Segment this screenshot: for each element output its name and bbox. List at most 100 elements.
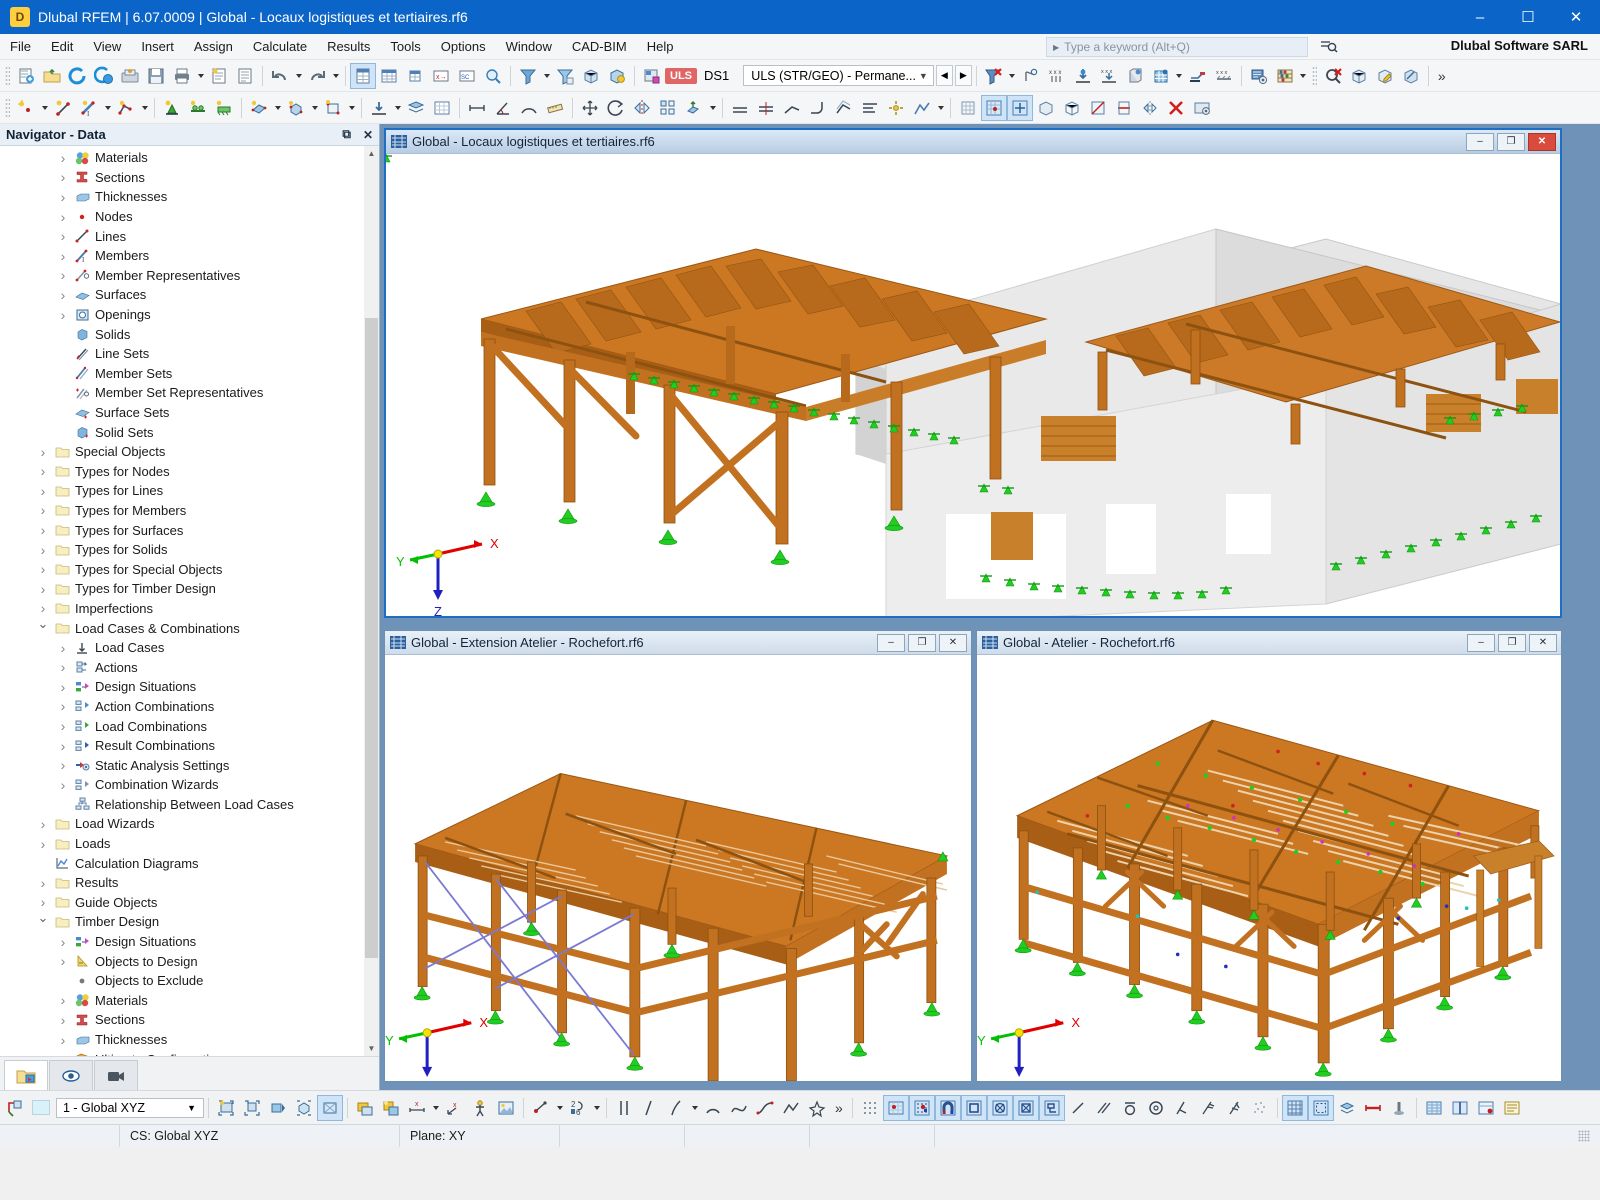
document-icon[interactable]: [232, 63, 258, 89]
menu-item-cadbim[interactable]: CAD-BIM: [562, 36, 637, 57]
mirror-y-icon[interactable]: [1137, 95, 1163, 121]
trim-icon[interactable]: [779, 95, 805, 121]
grid-lines-icon[interactable]: [1282, 1095, 1308, 1121]
abacus-icon[interactable]: [1272, 63, 1298, 89]
xxx-line-icon[interactable]: x x x: [1211, 63, 1237, 89]
dim-vertical-icon[interactable]: [611, 1095, 637, 1121]
number-format-icon[interactable]: 26: [565, 1095, 591, 1121]
tree-item-objects-to-exclude[interactable]: Objects to Exclude: [0, 971, 364, 991]
print-dropdown-caret[interactable]: [195, 63, 206, 89]
table-small-icon[interactable]: [402, 63, 428, 89]
ortho-icon[interactable]: [1007, 95, 1033, 121]
expand-arrow-icon[interactable]: [34, 836, 52, 852]
scrollbar-thumb[interactable]: [365, 318, 378, 958]
box-render-icon[interactable]: [1398, 63, 1424, 89]
extrude-dropdown-caret[interactable]: [707, 95, 718, 121]
clear-filter-dropdown-caret[interactable]: [1007, 63, 1018, 89]
expand-arrow-icon[interactable]: [54, 1012, 72, 1028]
dim-bow-dropdown-caret[interactable]: [689, 1095, 700, 1121]
restore-button-3[interactable]: ❐: [1498, 634, 1526, 652]
undo-icon[interactable]: [267, 63, 293, 89]
expand-arrow-icon[interactable]: [34, 483, 52, 499]
snap-object-icon[interactable]: [981, 95, 1007, 121]
redo-icon[interactable]: [304, 63, 330, 89]
tree-item-types-for-timber-design[interactable]: Types for Timber Design: [0, 579, 364, 599]
menu-item-results[interactable]: Results: [317, 36, 380, 57]
expand-arrow-icon[interactable]: [34, 444, 52, 460]
render-mode-icon[interactable]: [1033, 95, 1059, 121]
collapse-arrow-icon[interactable]: [34, 620, 52, 636]
expand-arrow-icon[interactable]: [54, 640, 72, 656]
printout-report-icon[interactable]: [206, 63, 232, 89]
expand-arrow-icon[interactable]: [34, 581, 52, 597]
member-dropdown-caret[interactable]: [102, 95, 113, 121]
layer-stack-icon[interactable]: [1334, 1095, 1360, 1121]
measure-icon[interactable]: [542, 95, 568, 121]
expand-arrow-icon[interactable]: [54, 757, 72, 773]
boundary-icon[interactable]: [1308, 1095, 1334, 1121]
collapse-arrow-icon[interactable]: [34, 914, 52, 930]
expand-arrow-icon[interactable]: [54, 738, 72, 754]
perp-snap-icon[interactable]: [1169, 1095, 1195, 1121]
tree-item-load-cases[interactable]: Load Cases: [0, 638, 364, 658]
render-icon[interactable]: [578, 63, 604, 89]
star-snap-icon[interactable]: [804, 1095, 830, 1121]
surface-dropdown-caret[interactable]: [272, 95, 283, 121]
expand-arrow-icon[interactable]: [54, 1051, 72, 1056]
tree-item-load-combinations[interactable]: Load Combinations: [0, 716, 364, 736]
line-new-icon[interactable]: [50, 95, 76, 121]
tree-item-result-combinations[interactable]: Result Combinations: [0, 736, 364, 756]
view-box-icon[interactable]: [291, 1095, 317, 1121]
model-window-titlebar-1[interactable]: Global - Locaux logistiques et tertiaire…: [386, 130, 1560, 154]
scale-icon[interactable]: [909, 95, 935, 121]
navigator-tab-views[interactable]: [94, 1060, 138, 1090]
array-icon[interactable]: [655, 95, 681, 121]
rect-snap-icon[interactable]: [961, 1095, 987, 1121]
expand-arrow-icon[interactable]: [54, 698, 72, 714]
model-window-titlebar-2[interactable]: Global - Extension Atelier - Rochefort.r…: [385, 631, 971, 655]
box-cross-snap-icon[interactable]: [1013, 1095, 1039, 1121]
tree-item-design-situations[interactable]: Design Situations: [0, 932, 364, 952]
member-snap-icon[interactable]: [1360, 1095, 1386, 1121]
tree-item-members[interactable]: IMembers: [0, 246, 364, 266]
search-icon[interactable]: [1320, 39, 1338, 56]
cs-origin-icon[interactable]: [2, 1095, 28, 1121]
expand-arrow-icon[interactable]: [54, 953, 72, 969]
dim-arc-icon[interactable]: [516, 95, 542, 121]
extrude-icon[interactable]: [681, 95, 707, 121]
expand-arrow-icon[interactable]: [54, 934, 72, 950]
redo-dropdown-caret[interactable]: [330, 63, 341, 89]
expand-arrow-icon[interactable]: [54, 777, 72, 793]
model-viewport-3[interactable]: X Y Z: [977, 655, 1561, 1081]
dim-x-icon[interactable]: x: [404, 1095, 430, 1121]
design-situation-icon[interactable]: [639, 63, 665, 89]
reload-icon[interactable]: [65, 63, 91, 89]
expand-arrow-icon[interactable]: [54, 287, 72, 303]
table-icon[interactable]: [350, 63, 376, 89]
dim-bow-icon[interactable]: [663, 1095, 689, 1121]
tree-item-action-combinations[interactable]: Action Combinations: [0, 697, 364, 717]
menu-item-options[interactable]: Options: [431, 36, 496, 57]
tree-item-surface-sets[interactable]: Surface Sets: [0, 403, 364, 423]
menu-item-edit[interactable]: Edit: [41, 36, 83, 57]
box-edit-icon[interactable]: [1372, 63, 1398, 89]
keyword-search-input[interactable]: ▶ Type a keyword (Alt+Q): [1046, 37, 1308, 57]
open-folder-icon[interactable]: [39, 63, 65, 89]
layer-icon[interactable]: [403, 95, 429, 121]
close-button-3[interactable]: ✕: [1529, 634, 1557, 652]
expand-arrow-icon[interactable]: [54, 992, 72, 1008]
tree-item-load-wizards[interactable]: Load Wizards: [0, 814, 364, 834]
dim-angle-icon[interactable]: [490, 95, 516, 121]
tree-item-member-set-representatives[interactable]: Member Set Representatives: [0, 383, 364, 403]
menu-item-assign[interactable]: Assign: [184, 36, 243, 57]
intersect-snap-icon[interactable]: [1221, 1095, 1247, 1121]
connect-icon[interactable]: [727, 95, 753, 121]
filter-dropdown-caret[interactable]: [541, 63, 552, 89]
fillet-icon[interactable]: [805, 95, 831, 121]
expand-arrow-icon[interactable]: [34, 600, 52, 616]
expand-arrow-icon[interactable]: [54, 679, 72, 695]
number-format-dropdown-caret[interactable]: [591, 1095, 602, 1121]
tree-item-surfaces[interactable]: Surfaces: [0, 285, 364, 305]
tree-item-types-for-solids[interactable]: Types for Solids: [0, 540, 364, 560]
navigator-tab-display[interactable]: [49, 1060, 93, 1090]
